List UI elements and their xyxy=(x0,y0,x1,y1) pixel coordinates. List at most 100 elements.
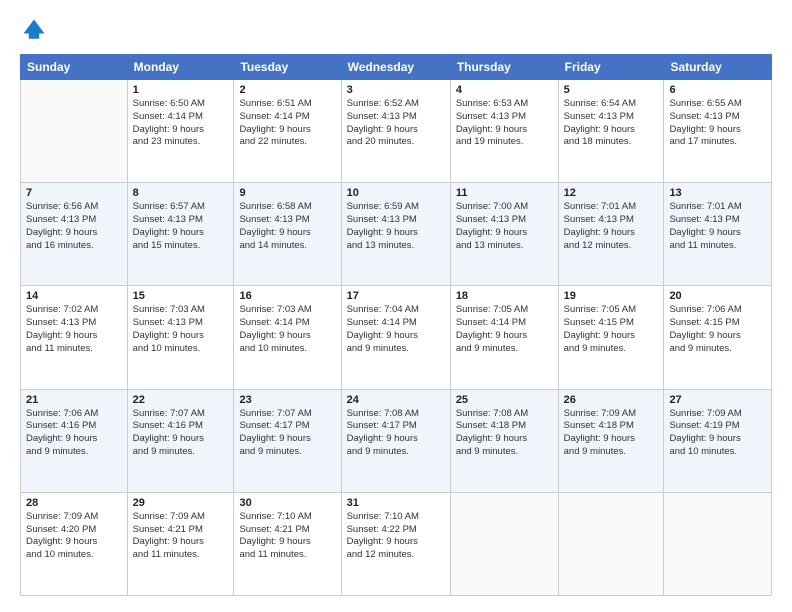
calendar-cell: 15 Sunrise: 7:03 AM Sunset: 4:13 PM Dayli… xyxy=(127,286,234,389)
day-info: Sunrise: 7:10 AM Sunset: 4:21 PM Dayligh… xyxy=(239,511,335,562)
day-info: Sunrise: 6:54 AM Sunset: 4:13 PM Dayligh… xyxy=(564,98,659,149)
calendar-cell: 12 Sunrise: 7:01 AM Sunset: 4:13 PM Dayli… xyxy=(558,183,664,286)
calendar-cell: 7 Sunrise: 6:56 AM Sunset: 4:13 PM Daylig… xyxy=(21,183,128,286)
day-info: Sunrise: 7:09 AM Sunset: 4:21 PM Dayligh… xyxy=(133,511,229,562)
calendar-cell: 23 Sunrise: 7:07 AM Sunset: 4:17 PM Dayli… xyxy=(234,389,341,492)
calendar-week-1: 1 Sunrise: 6:50 AM Sunset: 4:14 PM Daylig… xyxy=(21,80,772,183)
calendar-cell: 4 Sunrise: 6:53 AM Sunset: 4:13 PM Daylig… xyxy=(450,80,558,183)
day-number: 8 xyxy=(133,187,229,199)
day-info: Sunrise: 6:57 AM Sunset: 4:13 PM Dayligh… xyxy=(133,201,229,252)
day-info: Sunrise: 7:06 AM Sunset: 4:15 PM Dayligh… xyxy=(669,304,766,355)
calendar-header-row: SundayMondayTuesdayWednesdayThursdayFrid… xyxy=(21,55,772,80)
day-info: Sunrise: 6:59 AM Sunset: 4:13 PM Dayligh… xyxy=(347,201,445,252)
day-header-sunday: Sunday xyxy=(21,55,128,80)
day-number: 13 xyxy=(669,187,766,199)
calendar-cell: 31Sunrise: 7:10 AM Sunset: 4:22 PM Dayli… xyxy=(341,492,450,595)
calendar-cell: 14 Sunrise: 7:02 AM Sunset: 4:13 PM Dayli… xyxy=(21,286,128,389)
day-info: Sunrise: 7:10 AM Sunset: 4:22 PM Dayligh… xyxy=(347,511,445,562)
day-info: Sunrise: 6:56 AM Sunset: 4:13 PM Dayligh… xyxy=(26,201,122,252)
logo-icon xyxy=(20,16,48,44)
day-number: 19 xyxy=(564,290,659,302)
calendar-cell: 17Sunrise: 7:04 AM Sunset: 4:14 PM Dayli… xyxy=(341,286,450,389)
calendar-cell: 19 Sunrise: 7:05 AM Sunset: 4:15 PM Dayli… xyxy=(558,286,664,389)
logo xyxy=(20,16,52,44)
day-info: Sunrise: 7:01 AM Sunset: 4:13 PM Dayligh… xyxy=(564,201,659,252)
day-info: Sunrise: 7:09 AM Sunset: 4:19 PM Dayligh… xyxy=(669,408,766,459)
day-number: 12 xyxy=(564,187,659,199)
calendar-cell xyxy=(21,80,128,183)
day-info: Sunrise: 7:04 AM Sunset: 4:14 PM Dayligh… xyxy=(347,304,445,355)
calendar-cell: 22 Sunrise: 7:07 AM Sunset: 4:16 PM Dayli… xyxy=(127,389,234,492)
day-info: Sunrise: 7:05 AM Sunset: 4:14 PM Dayligh… xyxy=(456,304,553,355)
day-info: Sunrise: 7:00 AM Sunset: 4:13 PM Dayligh… xyxy=(456,201,553,252)
calendar-cell: 30 Sunrise: 7:10 AM Sunset: 4:21 PM Dayli… xyxy=(234,492,341,595)
day-info: Sunrise: 6:50 AM Sunset: 4:14 PM Dayligh… xyxy=(133,98,229,149)
day-number: 6 xyxy=(669,84,766,96)
calendar-cell: 27 Sunrise: 7:09 AM Sunset: 4:19 PM Dayli… xyxy=(664,389,772,492)
day-info: Sunrise: 6:58 AM Sunset: 4:13 PM Dayligh… xyxy=(239,201,335,252)
calendar-cell xyxy=(558,492,664,595)
page: SundayMondayTuesdayWednesdayThursdayFrid… xyxy=(0,0,792,612)
calendar-cell: 11 Sunrise: 7:00 AM Sunset: 4:13 PM Dayli… xyxy=(450,183,558,286)
day-number: 4 xyxy=(456,84,553,96)
header xyxy=(20,16,772,44)
calendar-cell: 6 Sunrise: 6:55 AM Sunset: 4:13 PM Daylig… xyxy=(664,80,772,183)
day-info: Sunrise: 7:07 AM Sunset: 4:16 PM Dayligh… xyxy=(133,408,229,459)
day-info: Sunrise: 6:53 AM Sunset: 4:13 PM Dayligh… xyxy=(456,98,553,149)
day-number: 30 xyxy=(239,497,335,509)
day-number: 24 xyxy=(347,394,445,406)
day-info: Sunrise: 7:03 AM Sunset: 4:14 PM Dayligh… xyxy=(239,304,335,355)
day-info: Sunrise: 7:08 AM Sunset: 4:18 PM Dayligh… xyxy=(456,408,553,459)
calendar-cell: 20 Sunrise: 7:06 AM Sunset: 4:15 PM Dayli… xyxy=(664,286,772,389)
calendar-cell: 13 Sunrise: 7:01 AM Sunset: 4:13 PM Dayli… xyxy=(664,183,772,286)
calendar-week-5: 28 Sunrise: 7:09 AM Sunset: 4:20 PM Dayli… xyxy=(21,492,772,595)
calendar-cell: 5 Sunrise: 6:54 AM Sunset: 4:13 PM Daylig… xyxy=(558,80,664,183)
day-number: 7 xyxy=(26,187,122,199)
calendar-cell: 9 Sunrise: 6:58 AM Sunset: 4:13 PM Daylig… xyxy=(234,183,341,286)
day-number: 16 xyxy=(239,290,335,302)
day-info: Sunrise: 6:55 AM Sunset: 4:13 PM Dayligh… xyxy=(669,98,766,149)
calendar-cell: 1 Sunrise: 6:50 AM Sunset: 4:14 PM Daylig… xyxy=(127,80,234,183)
day-number: 11 xyxy=(456,187,553,199)
day-number: 20 xyxy=(669,290,766,302)
day-number: 2 xyxy=(239,84,335,96)
day-number: 21 xyxy=(26,394,122,406)
day-info: Sunrise: 7:03 AM Sunset: 4:13 PM Dayligh… xyxy=(133,304,229,355)
calendar-cell: 25Sunrise: 7:08 AM Sunset: 4:18 PM Dayli… xyxy=(450,389,558,492)
day-header-friday: Friday xyxy=(558,55,664,80)
day-info: Sunrise: 7:01 AM Sunset: 4:13 PM Dayligh… xyxy=(669,201,766,252)
calendar-cell: 24 Sunrise: 7:08 AM Sunset: 4:17 PM Dayli… xyxy=(341,389,450,492)
day-number: 1 xyxy=(133,84,229,96)
day-info: Sunrise: 6:52 AM Sunset: 4:13 PM Dayligh… xyxy=(347,98,445,149)
calendar-cell: 18 Sunrise: 7:05 AM Sunset: 4:14 PM Dayli… xyxy=(450,286,558,389)
day-number: 18 xyxy=(456,290,553,302)
day-info: Sunrise: 6:51 AM Sunset: 4:14 PM Dayligh… xyxy=(239,98,335,149)
day-number: 22 xyxy=(133,394,229,406)
day-number: 15 xyxy=(133,290,229,302)
calendar-cell: 3 Sunrise: 6:52 AM Sunset: 4:13 PM Daylig… xyxy=(341,80,450,183)
day-number: 10 xyxy=(347,187,445,199)
day-header-monday: Monday xyxy=(127,55,234,80)
calendar-cell: 28 Sunrise: 7:09 AM Sunset: 4:20 PM Dayli… xyxy=(21,492,128,595)
day-info: Sunrise: 7:02 AM Sunset: 4:13 PM Dayligh… xyxy=(26,304,122,355)
day-number: 9 xyxy=(239,187,335,199)
day-info: Sunrise: 7:06 AM Sunset: 4:16 PM Dayligh… xyxy=(26,408,122,459)
calendar-week-2: 7 Sunrise: 6:56 AM Sunset: 4:13 PM Daylig… xyxy=(21,183,772,286)
day-info: Sunrise: 7:07 AM Sunset: 4:17 PM Dayligh… xyxy=(239,408,335,459)
calendar-cell: 21 Sunrise: 7:06 AM Sunset: 4:16 PM Dayli… xyxy=(21,389,128,492)
day-info: Sunrise: 7:09 AM Sunset: 4:20 PM Dayligh… xyxy=(26,511,122,562)
calendar-cell xyxy=(450,492,558,595)
day-number: 3 xyxy=(347,84,445,96)
calendar-cell: 29Sunrise: 7:09 AM Sunset: 4:21 PM Dayli… xyxy=(127,492,234,595)
day-number: 23 xyxy=(239,394,335,406)
day-number: 27 xyxy=(669,394,766,406)
calendar-week-3: 14 Sunrise: 7:02 AM Sunset: 4:13 PM Dayli… xyxy=(21,286,772,389)
day-info: Sunrise: 7:08 AM Sunset: 4:17 PM Dayligh… xyxy=(347,408,445,459)
day-number: 28 xyxy=(26,497,122,509)
day-number: 5 xyxy=(564,84,659,96)
calendar-cell: 16 Sunrise: 7:03 AM Sunset: 4:14 PM Dayli… xyxy=(234,286,341,389)
day-header-saturday: Saturday xyxy=(664,55,772,80)
day-info: Sunrise: 7:05 AM Sunset: 4:15 PM Dayligh… xyxy=(564,304,659,355)
day-number: 14 xyxy=(26,290,122,302)
calendar-cell: 2 Sunrise: 6:51 AM Sunset: 4:14 PM Daylig… xyxy=(234,80,341,183)
